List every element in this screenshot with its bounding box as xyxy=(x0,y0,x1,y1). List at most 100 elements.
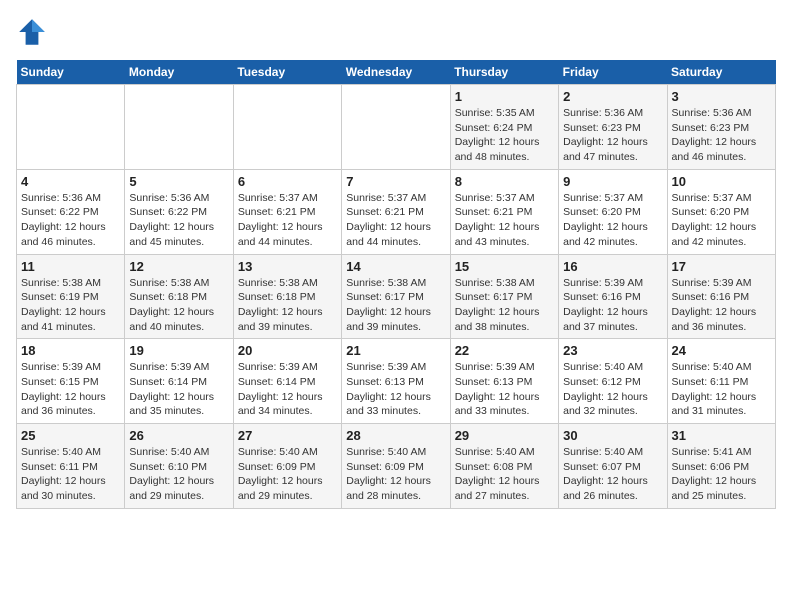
day-number: 28 xyxy=(346,428,445,443)
day-info: Sunrise: 5:41 AM Sunset: 6:06 PM Dayligh… xyxy=(672,445,771,504)
day-info: Sunrise: 5:39 AM Sunset: 6:13 PM Dayligh… xyxy=(346,360,445,419)
day-number: 19 xyxy=(129,343,228,358)
day-info: Sunrise: 5:40 AM Sunset: 6:09 PM Dayligh… xyxy=(238,445,337,504)
calendar-cell xyxy=(17,85,125,170)
day-number: 31 xyxy=(672,428,771,443)
calendar-cell: 9 Sunrise: 5:37 AM Sunset: 6:20 PM Daylig… xyxy=(559,169,667,254)
calendar-cell: 27 Sunrise: 5:40 AM Sunset: 6:09 PM Dayli… xyxy=(233,424,341,509)
calendar-cell: 11 Sunrise: 5:38 AM Sunset: 6:19 PM Dayli… xyxy=(17,254,125,339)
calendar-cell: 10 Sunrise: 5:37 AM Sunset: 6:20 PM Dayli… xyxy=(667,169,775,254)
day-number: 10 xyxy=(672,174,771,189)
day-number: 5 xyxy=(129,174,228,189)
day-info: Sunrise: 5:38 AM Sunset: 6:18 PM Dayligh… xyxy=(238,276,337,335)
day-header-friday: Friday xyxy=(559,60,667,85)
calendar-cell: 15 Sunrise: 5:38 AM Sunset: 6:17 PM Dayli… xyxy=(450,254,558,339)
day-info: Sunrise: 5:37 AM Sunset: 6:21 PM Dayligh… xyxy=(455,191,554,250)
calendar-table: SundayMondayTuesdayWednesdayThursdayFrid… xyxy=(16,60,776,509)
calendar-cell: 7 Sunrise: 5:37 AM Sunset: 6:21 PM Daylig… xyxy=(342,169,450,254)
day-info: Sunrise: 5:39 AM Sunset: 6:16 PM Dayligh… xyxy=(563,276,662,335)
calendar-cell: 19 Sunrise: 5:39 AM Sunset: 6:14 PM Dayli… xyxy=(125,339,233,424)
day-header-thursday: Thursday xyxy=(450,60,558,85)
day-number: 21 xyxy=(346,343,445,358)
day-info: Sunrise: 5:40 AM Sunset: 6:11 PM Dayligh… xyxy=(672,360,771,419)
day-number: 14 xyxy=(346,259,445,274)
day-number: 20 xyxy=(238,343,337,358)
day-number: 8 xyxy=(455,174,554,189)
day-number: 16 xyxy=(563,259,662,274)
calendar-cell: 22Sunrise: 5:39 AM Sunset: 6:13 PM Dayli… xyxy=(450,339,558,424)
day-info: Sunrise: 5:40 AM Sunset: 6:08 PM Dayligh… xyxy=(455,445,554,504)
day-number: 4 xyxy=(21,174,120,189)
calendar-cell: 21 Sunrise: 5:39 AM Sunset: 6:13 PM Dayli… xyxy=(342,339,450,424)
week-row-4: 18 Sunrise: 5:39 AM Sunset: 6:15 PM Dayli… xyxy=(17,339,776,424)
calendar-cell: 6Sunrise: 5:37 AM Sunset: 6:21 PM Daylig… xyxy=(233,169,341,254)
calendar-cell: 5 Sunrise: 5:36 AM Sunset: 6:22 PM Daylig… xyxy=(125,169,233,254)
day-number: 3 xyxy=(672,89,771,104)
day-number: 6 xyxy=(238,174,337,189)
logo xyxy=(16,16,52,48)
calendar-cell: 31 Sunrise: 5:41 AM Sunset: 6:06 PM Dayli… xyxy=(667,424,775,509)
calendar-cell: 12 Sunrise: 5:38 AM Sunset: 6:18 PM Dayli… xyxy=(125,254,233,339)
calendar-cell: 24 Sunrise: 5:40 AM Sunset: 6:11 PM Dayli… xyxy=(667,339,775,424)
day-info: Sunrise: 5:38 AM Sunset: 6:17 PM Dayligh… xyxy=(455,276,554,335)
calendar-cell: 26 Sunrise: 5:40 AM Sunset: 6:10 PM Dayli… xyxy=(125,424,233,509)
day-info: Sunrise: 5:38 AM Sunset: 6:17 PM Dayligh… xyxy=(346,276,445,335)
day-number: 2 xyxy=(563,89,662,104)
day-number: 27 xyxy=(238,428,337,443)
day-info: Sunrise: 5:36 AM Sunset: 6:22 PM Dayligh… xyxy=(21,191,120,250)
day-info: Sunrise: 5:40 AM Sunset: 6:11 PM Dayligh… xyxy=(21,445,120,504)
calendar-cell: 3 Sunrise: 5:36 AM Sunset: 6:23 PM Daylig… xyxy=(667,85,775,170)
week-row-2: 4 Sunrise: 5:36 AM Sunset: 6:22 PM Daylig… xyxy=(17,169,776,254)
calendar-cell: 4 Sunrise: 5:36 AM Sunset: 6:22 PM Daylig… xyxy=(17,169,125,254)
day-info: Sunrise: 5:37 AM Sunset: 6:20 PM Dayligh… xyxy=(563,191,662,250)
day-header-wednesday: Wednesday xyxy=(342,60,450,85)
day-info: Sunrise: 5:40 AM Sunset: 6:10 PM Dayligh… xyxy=(129,445,228,504)
calendar-cell: 1 Sunrise: 5:35 AM Sunset: 6:24 PM Daylig… xyxy=(450,85,558,170)
calendar-cell: 18 Sunrise: 5:39 AM Sunset: 6:15 PM Dayli… xyxy=(17,339,125,424)
day-header-row: SundayMondayTuesdayWednesdayThursdayFrid… xyxy=(17,60,776,85)
day-info: Sunrise: 5:36 AM Sunset: 6:23 PM Dayligh… xyxy=(672,106,771,165)
calendar-cell: 13 Sunrise: 5:38 AM Sunset: 6:18 PM Dayli… xyxy=(233,254,341,339)
calendar-cell: 2Sunrise: 5:36 AM Sunset: 6:23 PM Daylig… xyxy=(559,85,667,170)
day-number: 26 xyxy=(129,428,228,443)
day-info: Sunrise: 5:39 AM Sunset: 6:13 PM Dayligh… xyxy=(455,360,554,419)
day-info: Sunrise: 5:39 AM Sunset: 6:14 PM Dayligh… xyxy=(129,360,228,419)
calendar-cell: 30 Sunrise: 5:40 AM Sunset: 6:07 PM Dayli… xyxy=(559,424,667,509)
day-header-tuesday: Tuesday xyxy=(233,60,341,85)
day-number: 1 xyxy=(455,89,554,104)
calendar-cell xyxy=(125,85,233,170)
day-info: Sunrise: 5:37 AM Sunset: 6:20 PM Dayligh… xyxy=(672,191,771,250)
day-info: Sunrise: 5:37 AM Sunset: 6:21 PM Dayligh… xyxy=(346,191,445,250)
day-info: Sunrise: 5:39 AM Sunset: 6:16 PM Dayligh… xyxy=(672,276,771,335)
day-info: Sunrise: 5:36 AM Sunset: 6:22 PM Dayligh… xyxy=(129,191,228,250)
calendar-cell: 20 Sunrise: 5:39 AM Sunset: 6:14 PM Dayli… xyxy=(233,339,341,424)
day-info: Sunrise: 5:38 AM Sunset: 6:18 PM Dayligh… xyxy=(129,276,228,335)
calendar-cell: 23Sunrise: 5:40 AM Sunset: 6:12 PM Dayli… xyxy=(559,339,667,424)
day-number: 23 xyxy=(563,343,662,358)
day-number: 17 xyxy=(672,259,771,274)
day-number: 30 xyxy=(563,428,662,443)
logo-icon xyxy=(16,16,48,48)
day-number: 13 xyxy=(238,259,337,274)
calendar-cell: 8 Sunrise: 5:37 AM Sunset: 6:21 PM Daylig… xyxy=(450,169,558,254)
day-number: 11 xyxy=(21,259,120,274)
calendar-cell: 25Sunrise: 5:40 AM Sunset: 6:11 PM Dayli… xyxy=(17,424,125,509)
day-info: Sunrise: 5:39 AM Sunset: 6:15 PM Dayligh… xyxy=(21,360,120,419)
day-info: Sunrise: 5:38 AM Sunset: 6:19 PM Dayligh… xyxy=(21,276,120,335)
day-info: Sunrise: 5:40 AM Sunset: 6:07 PM Dayligh… xyxy=(563,445,662,504)
calendar-cell: 29 Sunrise: 5:40 AM Sunset: 6:08 PM Dayli… xyxy=(450,424,558,509)
week-row-3: 11 Sunrise: 5:38 AM Sunset: 6:19 PM Dayli… xyxy=(17,254,776,339)
day-info: Sunrise: 5:39 AM Sunset: 6:14 PM Dayligh… xyxy=(238,360,337,419)
calendar-cell xyxy=(342,85,450,170)
day-number: 7 xyxy=(346,174,445,189)
page-header xyxy=(16,16,776,48)
day-number: 15 xyxy=(455,259,554,274)
day-number: 18 xyxy=(21,343,120,358)
day-info: Sunrise: 5:35 AM Sunset: 6:24 PM Dayligh… xyxy=(455,106,554,165)
day-number: 12 xyxy=(129,259,228,274)
day-number: 24 xyxy=(672,343,771,358)
day-info: Sunrise: 5:40 AM Sunset: 6:09 PM Dayligh… xyxy=(346,445,445,504)
day-number: 9 xyxy=(563,174,662,189)
day-number: 29 xyxy=(455,428,554,443)
day-header-saturday: Saturday xyxy=(667,60,775,85)
